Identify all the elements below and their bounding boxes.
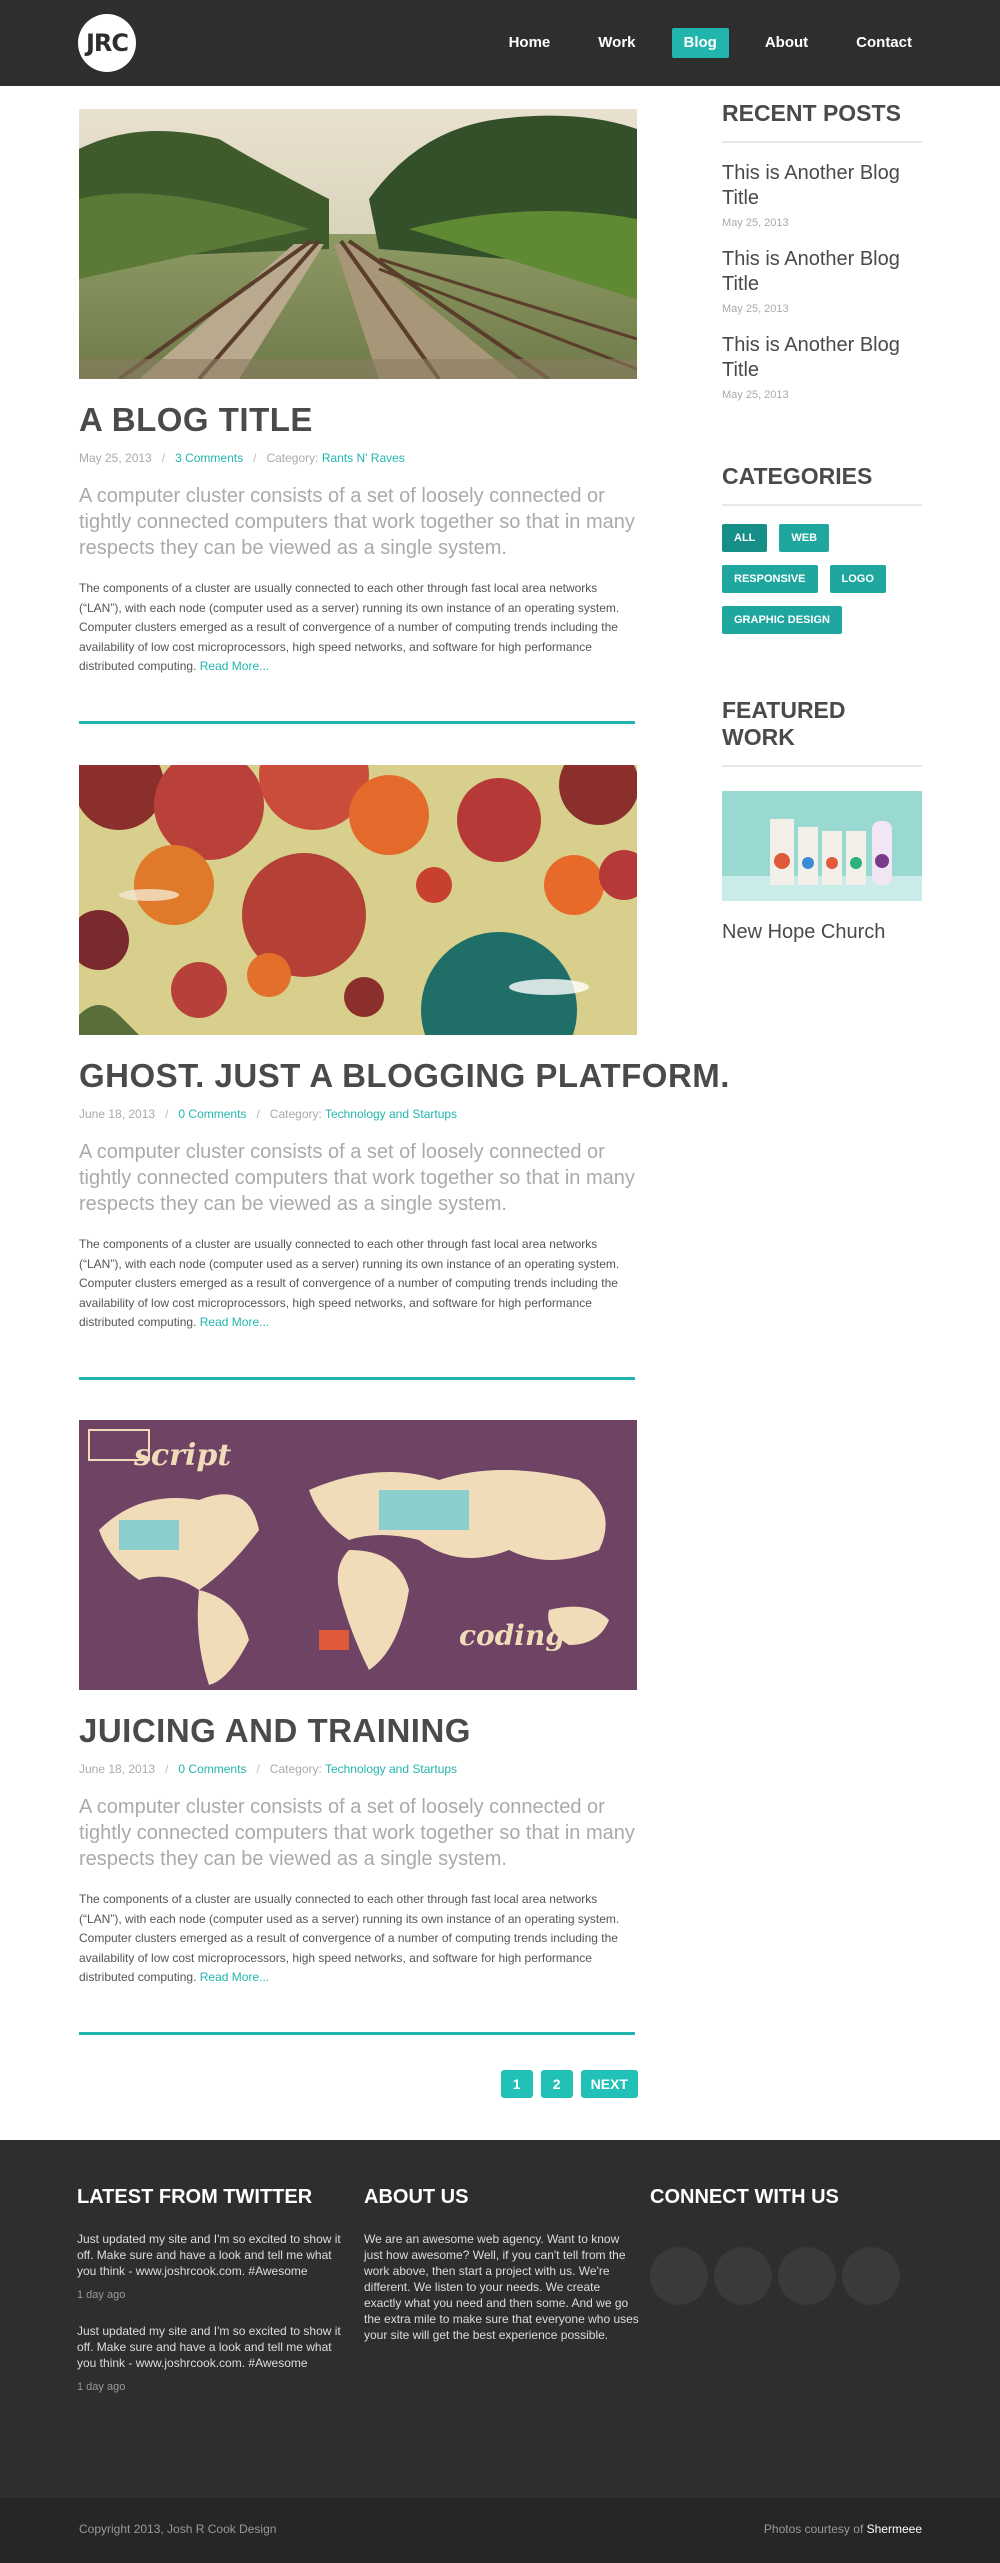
photo-credit: Photos courtesy of Shermeee (764, 2522, 922, 2536)
blog-post: script coding JUICING AND TRAINING June … (79, 1420, 639, 2035)
category-tag-all[interactable]: ALL (722, 524, 768, 552)
footer-bottom-bar: Copyright 2013, Josh R Cook Design Photo… (0, 2498, 1000, 2563)
connect-column: CONNECT WITH US (650, 2186, 920, 2305)
recent-post-title[interactable]: This is Another Blog Title (722, 333, 922, 383)
post-divider (79, 2031, 635, 2035)
read-more-link[interactable]: Read More... (200, 659, 269, 673)
post-category-link[interactable]: Technology and Startups (325, 1107, 457, 1121)
post-title[interactable]: GHOST. JUST A BLOGGING PLATFORM. (79, 1057, 729, 1095)
post-lead: A computer cluster consists of a set of … (79, 1796, 635, 1870)
featured-work-title[interactable]: New Hope Church (722, 921, 922, 944)
featured-work-image[interactable] (722, 791, 922, 901)
about-column: ABOUT US We are an awesome web agency. W… (364, 2186, 639, 2343)
photo-credit-link[interactable]: Shermeee (867, 2522, 922, 2536)
page-1-button[interactable]: 1 (500, 2070, 533, 2098)
site-logo[interactable]: JRC (78, 14, 136, 72)
post-comments-link[interactable]: 0 Comments (178, 1762, 246, 1776)
category-tag-responsive[interactable]: RESPONSIVE (722, 565, 818, 593)
recent-post-title[interactable]: This is Another Blog Title (722, 161, 922, 211)
page-2-button[interactable]: 2 (540, 2070, 573, 2098)
sidebar: RECENT POSTS This is Another Blog Title … (722, 100, 922, 944)
copyright-text: Copyright 2013, Josh R Cook Design (79, 2522, 277, 2536)
post-meta: June 18, 2013/0 Comments / Category: Techn… (79, 1107, 458, 1121)
connect-heading: CONNECT WITH US (650, 2186, 839, 2208)
recent-post-date: May 25, 2013 (722, 303, 789, 315)
post-body-text: The components of a cluster are usually … (79, 1892, 620, 1984)
read-more-link[interactable]: Read More... (200, 1970, 269, 1984)
twitter-column: LATEST FROM TWITTER Just updated my site… (77, 2186, 347, 2393)
post-comments-link[interactable]: 3 Comments (175, 451, 243, 465)
post-title[interactable]: A BLOG TITLE (79, 401, 639, 439)
blog-post: GHOST. JUST A BLOGGING PLATFORM. June 18… (79, 765, 729, 1380)
blog-post: A BLOG TITLE May 25, 2013/3 Comments / Cat… (79, 109, 639, 724)
post-divider (79, 720, 635, 724)
category-tags: ALL WEB RESPONSIVE LOGO GRAPHIC DESIGN (722, 524, 932, 647)
twitter-heading: LATEST FROM TWITTER (77, 2186, 313, 2208)
post-meta: May 25, 2013/3 Comments / Category: Rants … (79, 451, 405, 465)
site-footer: LATEST FROM TWITTER Just updated my site… (0, 2140, 1000, 2498)
recent-post-date: May 25, 2013 (722, 217, 789, 229)
post-category-label: Category: (269, 1762, 322, 1776)
site-header: JRC Home Work Blog About Contact (0, 0, 1000, 86)
post-comments-link[interactable]: 0 Comments (178, 1107, 246, 1121)
post-body-text: The components of a cluster are usually … (79, 581, 620, 673)
social-icon[interactable] (842, 2247, 900, 2305)
photo-credit-prefix: Photos courtesy of (763, 2522, 864, 2536)
main-nav: Home Work Blog About Contact (473, 28, 924, 58)
category-tag-graphic-design[interactable]: GRAPHIC DESIGN (722, 606, 842, 634)
recent-post-date: May 25, 2013 (722, 389, 789, 401)
about-text: We are an awesome web agency. Want to kn… (364, 2232, 639, 2342)
tweet-text: Just updated my site and I'm so excited … (77, 2324, 341, 2370)
read-more-link[interactable]: Read More... (200, 1315, 269, 1329)
post-image-balloons[interactable] (79, 765, 637, 1035)
post-title[interactable]: JUICING AND TRAINING (79, 1712, 639, 1750)
post-meta: June 18, 2013/0 Comments / Category: Techn… (79, 1762, 458, 1776)
category-tag-logo[interactable]: LOGO (829, 565, 886, 593)
post-image-world-map[interactable]: script coding (79, 1420, 637, 1690)
post-category-label: Category: (266, 451, 319, 465)
post-category-label: Category: (269, 1107, 322, 1121)
categories-heading: CATEGORIES (722, 463, 922, 506)
social-icon[interactable] (650, 2247, 708, 2305)
post-body-text: The components of a cluster are usually … (79, 1237, 620, 1329)
post-date: May 25, 2013 (79, 451, 152, 465)
about-heading: ABOUT US (364, 2186, 469, 2208)
social-icon[interactable] (714, 2247, 772, 2305)
featured-work-heading: FEATURED WORK (722, 697, 922, 767)
post-divider (79, 1376, 635, 1380)
post-body: The components of a cluster are usually … (79, 579, 639, 677)
post-date: June 18, 2013 (79, 1107, 156, 1121)
recent-post-item: This is Another Blog Title May 25, 2013 (722, 161, 922, 229)
post-lead: A computer cluster consists of a set of … (79, 1141, 635, 1215)
tweet-text: Just updated my site and I'm so excited … (77, 2232, 341, 2278)
social-links (650, 2247, 920, 2305)
nav-contact[interactable]: Contact (844, 28, 924, 58)
recent-posts-heading: RECENT POSTS (722, 100, 922, 143)
tweet-time: 1 day ago (77, 2381, 126, 2393)
post-image-railroad[interactable] (79, 109, 637, 379)
post-body: The components of a cluster are usually … (79, 1890, 639, 1988)
nav-blog[interactable]: Blog (671, 28, 729, 58)
nav-about[interactable]: About (753, 28, 820, 58)
recent-post-item: This is Another Blog Title May 25, 2013 (722, 247, 922, 315)
category-tag-web[interactable]: WEB (779, 524, 830, 552)
image-text-coding: coding (459, 1619, 565, 1652)
post-category-link[interactable]: Rants N' Raves (322, 451, 405, 465)
next-page-button[interactable]: NEXT (580, 2070, 638, 2098)
recent-post-item: This is Another Blog Title May 25, 2013 (722, 333, 922, 401)
nav-home[interactable]: Home (497, 28, 563, 58)
post-category-link[interactable]: Technology and Startups (325, 1762, 457, 1776)
post-date: June 18, 2013 (79, 1762, 156, 1776)
nav-work[interactable]: Work (586, 28, 647, 58)
image-text-script: script (133, 1438, 231, 1473)
post-lead: A computer cluster consists of a set of … (79, 485, 635, 559)
recent-post-title[interactable]: This is Another Blog Title (722, 247, 922, 297)
tweet-time: 1 day ago (77, 2289, 126, 2301)
post-body: The components of a cluster are usually … (79, 1235, 639, 1333)
social-icon[interactable] (778, 2247, 836, 2305)
pagination: 1 2 NEXT (493, 2070, 638, 2098)
